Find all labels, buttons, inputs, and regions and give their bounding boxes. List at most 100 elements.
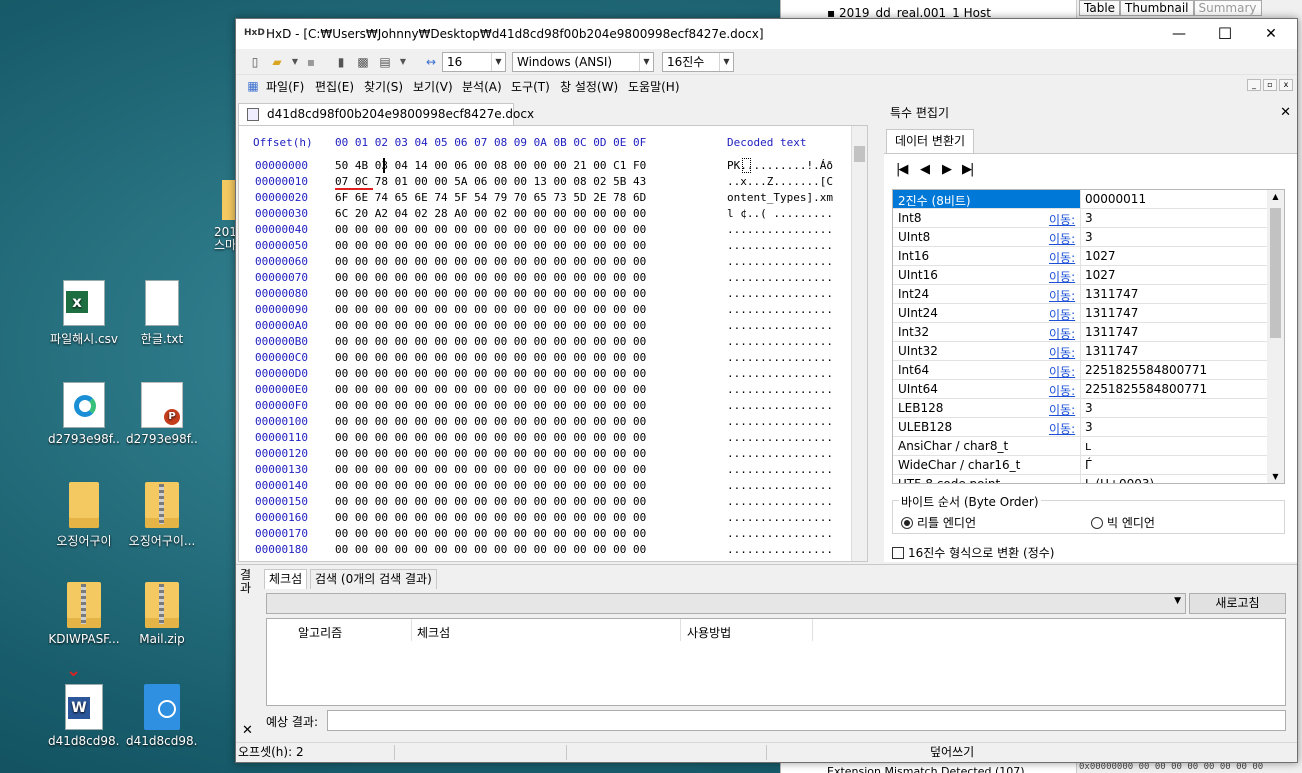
inspector-value[interactable]: 2251825584800771: [1085, 382, 1207, 396]
new-file-icon[interactable]: ▯: [246, 53, 264, 71]
inspector-row[interactable]: UInt16 이동: 1027: [893, 266, 1268, 285]
hex-row[interactable]: 00 00 00 00 00 00 00 00 00 00 00 00 00 0…: [335, 398, 646, 414]
mdi-restore-button[interactable]: ▫: [1263, 79, 1277, 91]
inspector-row[interactable]: AnsiChar / char8_t ʟ: [893, 437, 1268, 456]
open-disk-icon[interactable]: ▮: [332, 53, 350, 71]
hex-format-checkbox[interactable]: 16진수 형식으로 변환 (정수): [892, 544, 1054, 561]
inspector-value[interactable]: 3: [1085, 211, 1093, 225]
inspector-row[interactable]: ULEB128 이동: 3: [893, 418, 1268, 437]
options-dropdown-icon[interactable]: ▼: [394, 53, 412, 71]
goto-link[interactable]: 이동:: [1049, 211, 1075, 228]
options-icon[interactable]: ▤: [376, 53, 394, 71]
inspector-value[interactable]: 1311747: [1085, 287, 1138, 301]
inspector-value[interactable]: 00000011: [1085, 192, 1146, 206]
document-menu-icon[interactable]: ▦: [244, 77, 262, 95]
tab-summary[interactable]: Summary: [1193, 0, 1262, 16]
hex-row[interactable]: 00 00 00 00 00 00 00 00 00 00 00 00 00 0…: [335, 222, 646, 238]
inspector-row[interactable]: WideChar / char16_t Ѓ: [893, 456, 1268, 475]
inspector-value[interactable]: 1027: [1085, 249, 1116, 263]
hex-row[interactable]: 00 00 00 00 00 00 00 00 00 00 00 00 00 0…: [335, 414, 646, 430]
hex-row[interactable]: 00 00 00 00 00 00 00 00 00 00 00 00 00 0…: [335, 382, 646, 398]
column-checksum[interactable]: 체크섬: [417, 624, 450, 641]
desktop-icon-zip[interactable]: 오징어구이...: [126, 482, 198, 549]
results-close-button[interactable]: ✕: [242, 723, 253, 738]
hex-row[interactable]: 00 00 00 00 00 00 00 00 00 00 00 00 00 0…: [335, 254, 646, 270]
little-endian-radio[interactable]: 리틀 엔디언: [901, 514, 976, 531]
hex-row[interactable]: 00 00 00 00 00 00 00 00 00 00 00 00 00 0…: [335, 510, 646, 526]
inspector-row[interactable]: Int64 이동: 2251825584800771: [893, 361, 1268, 380]
hex-row[interactable]: 00 00 00 00 00 00 00 00 00 00 00 00 00 0…: [335, 494, 646, 510]
hex-row[interactable]: 00 00 00 00 00 00 00 00 00 00 00 00 00 0…: [335, 318, 646, 334]
decoded-row[interactable]: ................: [727, 286, 833, 302]
goto-link[interactable]: 이동:: [1049, 363, 1075, 380]
previous-icon[interactable]: ◀: [920, 162, 930, 177]
column-algorithm[interactable]: 알고리즘: [298, 624, 342, 641]
inspector-value[interactable]: ʟ: [1085, 439, 1091, 453]
decoded-row[interactable]: ................: [727, 526, 833, 542]
inspector-row[interactable]: Int32 이동: 1311747: [893, 323, 1268, 342]
minimize-button[interactable]: —: [1156, 19, 1202, 49]
menu-edit[interactable]: 편집(E): [315, 78, 354, 95]
inspector-value[interactable]: 1311747: [1085, 325, 1138, 339]
decoded-row[interactable]: ................: [727, 510, 833, 526]
inspector-row[interactable]: UInt64 이동: 2251825584800771: [893, 380, 1268, 399]
menu-help[interactable]: 도움말(H): [628, 78, 680, 95]
menu-view[interactable]: 보기(V): [413, 78, 453, 95]
hex-scrollbar-thumb[interactable]: [854, 146, 865, 162]
mdi-minimize-button[interactable]: _: [1247, 79, 1261, 91]
decoded-row[interactable]: ................: [727, 414, 833, 430]
goto-link[interactable]: 이동:: [1049, 268, 1075, 285]
decoded-row[interactable]: ................: [727, 238, 833, 254]
desktop-icon-csv[interactable]: x 파일해시.csv: [48, 280, 120, 347]
hex-row[interactable]: 00 00 00 00 00 00 00 00 00 00 00 00 00 0…: [335, 462, 646, 478]
inspector-row[interactable]: 2진수 (8비트) 00000011: [893, 190, 1268, 209]
goto-link[interactable]: 이동:: [1049, 287, 1075, 304]
charset-select[interactable]: Windows (ANSI) ▼: [512, 52, 654, 72]
decoded-row[interactable]: ................: [727, 446, 833, 462]
inspector-row[interactable]: UInt32 이동: 1311747: [893, 342, 1268, 361]
goto-link[interactable]: 이동:: [1049, 306, 1075, 323]
decoded-row[interactable]: ................: [727, 270, 833, 286]
decoded-row[interactable]: ................: [727, 398, 833, 414]
inspector-row[interactable]: UInt8 이동: 3: [893, 228, 1268, 247]
decoded-row[interactable]: ................: [727, 222, 833, 238]
next-icon[interactable]: ▶: [942, 162, 952, 177]
hex-row[interactable]: 50 4B 03 04 14 00 06 00 08 00 00 00 21 0…: [335, 158, 646, 174]
inspector-value[interactable]: 3: [1085, 230, 1093, 244]
inspector-value[interactable]: 1027: [1085, 268, 1116, 282]
decoded-row[interactable]: ................: [727, 254, 833, 270]
open-file-icon[interactable]: ▰: [268, 53, 286, 71]
goto-link[interactable]: 이동:: [1049, 325, 1075, 342]
decoded-row[interactable]: ................: [727, 462, 833, 478]
hex-row[interactable]: 00 00 00 00 00 00 00 00 00 00 00 00 00 0…: [335, 302, 646, 318]
goto-link[interactable]: 이동:: [1049, 420, 1075, 437]
menu-tools[interactable]: 도구(T): [511, 78, 550, 95]
desktop-icon-docx[interactable]: W d41d8cd98...: [48, 684, 120, 748]
inspector-value[interactable]: 3: [1085, 401, 1093, 415]
partial-folder-icon[interactable]: [222, 180, 236, 220]
decoded-row[interactable]: ontent_Types].xm: [727, 190, 833, 206]
decoded-row[interactable]: ................: [727, 542, 833, 558]
inspector-value[interactable]: 1311747: [1085, 344, 1138, 358]
inspector-value[interactable]: Ѓ: [1085, 458, 1092, 472]
open-ram-icon[interactable]: ▩: [354, 53, 372, 71]
document-tab[interactable]: d41d8cd98f00b204e9800998ecf8427e.docx: [238, 103, 534, 125]
special-editor-close-button[interactable]: ✕: [1280, 103, 1291, 123]
desktop-icon-history-file[interactable]: d41d8cd98...: [126, 684, 198, 748]
menu-analysis[interactable]: 분석(A): [462, 78, 502, 95]
tab-table[interactable]: Table: [1079, 0, 1121, 16]
checksum-algorithm-select[interactable]: ▼: [266, 593, 1186, 614]
hex-editor-pane[interactable]: Offset(h) 00 01 02 03 04 05 06 07 08 09 …: [238, 125, 868, 562]
hex-row[interactable]: 00 00 00 00 00 00 00 00 00 00 00 00 00 0…: [335, 270, 646, 286]
hex-row[interactable]: 00 00 00 00 00 00 00 00 00 00 00 00 00 0…: [335, 366, 646, 382]
decoded-row[interactable]: ................: [727, 302, 833, 318]
hex-row[interactable]: 00 00 00 00 00 00 00 00 00 00 00 00 00 0…: [335, 446, 646, 462]
decoded-row[interactable]: l ¢..( .........: [727, 206, 833, 222]
checksum-list[interactable]: 알고리즘 체크섬 사용방법: [266, 618, 1286, 706]
goto-link[interactable]: 이동:: [1049, 382, 1075, 399]
maximize-button[interactable]: ☐: [1202, 19, 1248, 49]
menu-search[interactable]: 찾기(S): [364, 78, 403, 95]
decoded-row[interactable]: ..x...Z.......[C: [727, 174, 833, 190]
goto-link[interactable]: 이동:: [1049, 344, 1075, 361]
hex-row[interactable]: 6F 6E 74 65 6E 74 5F 54 79 70 65 73 5D 2…: [335, 190, 646, 206]
